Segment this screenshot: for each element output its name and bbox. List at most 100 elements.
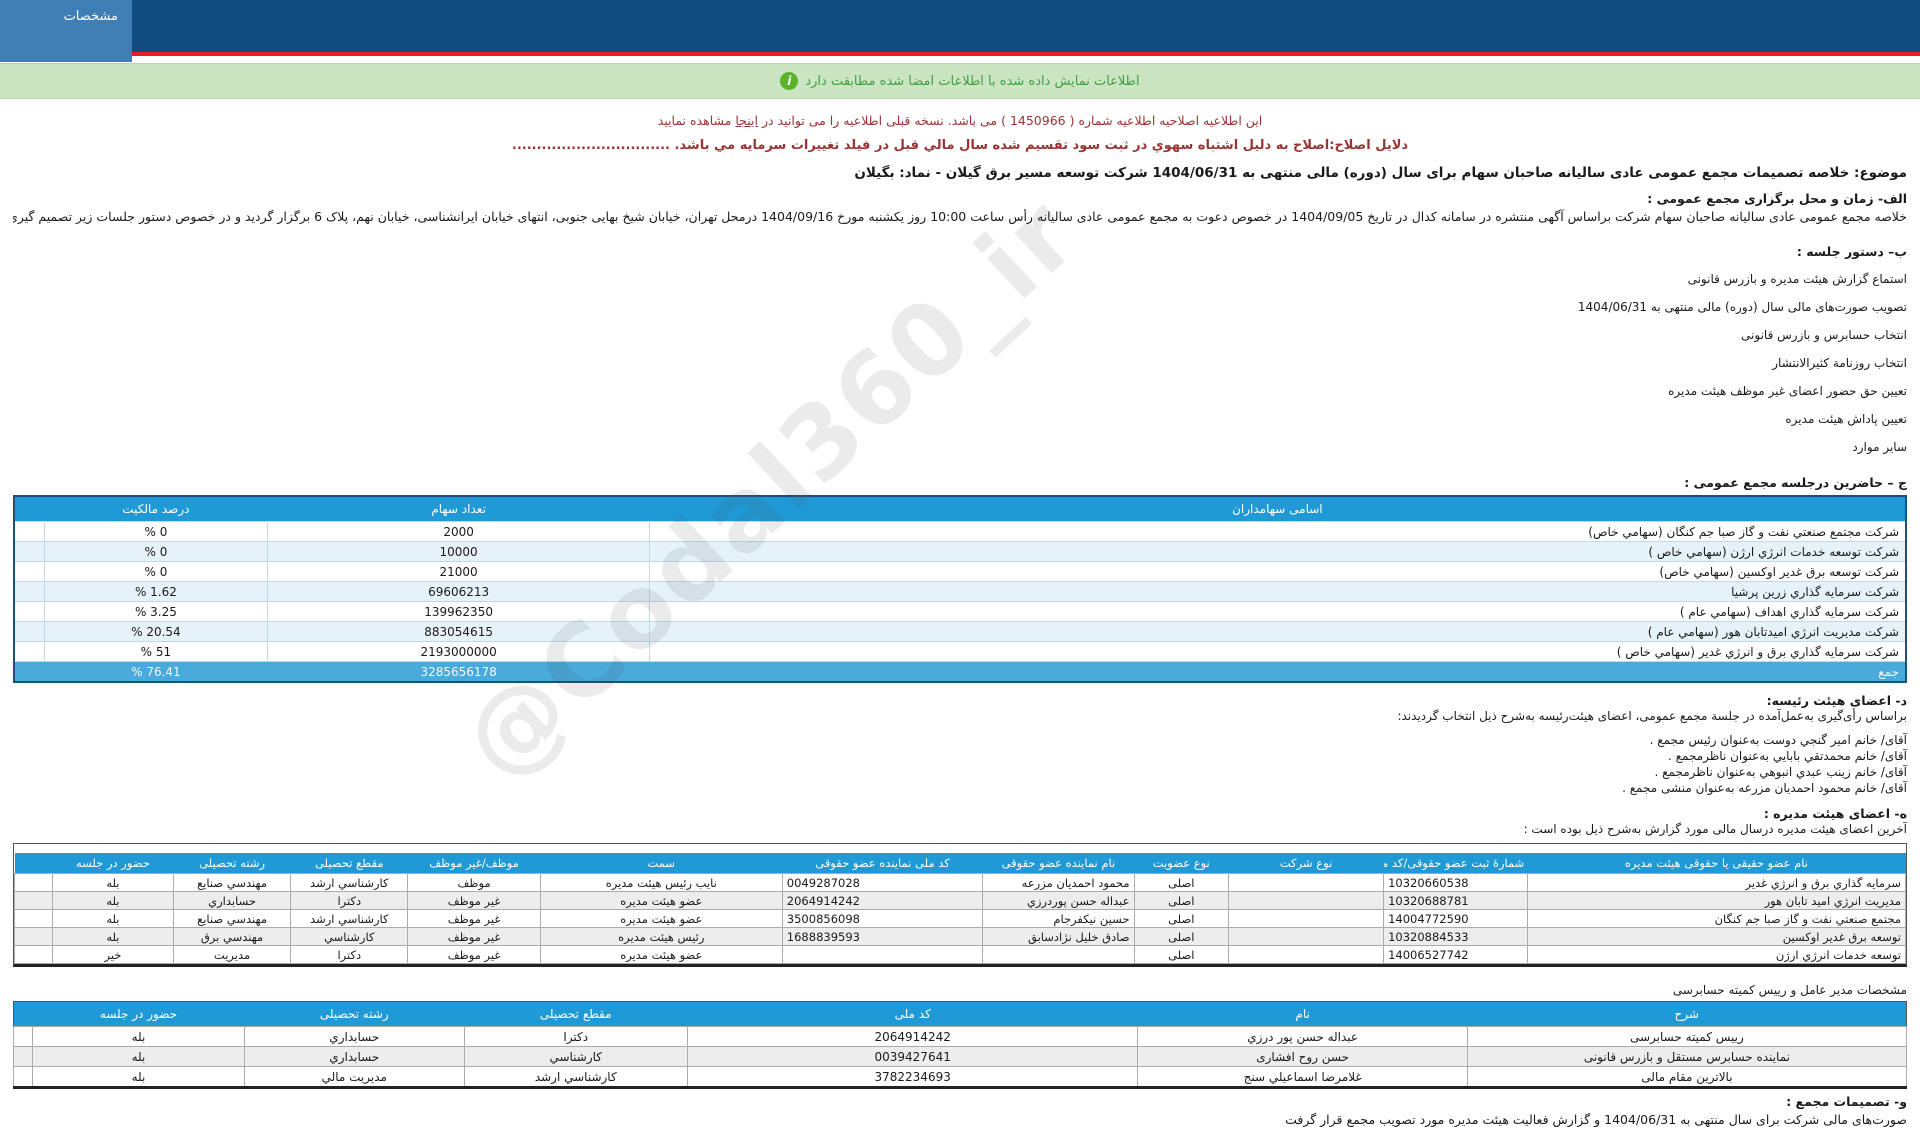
table-cell: سرمایه گذاري برق و انرژي غدیر — [1526, 873, 1907, 892]
previous-version-link[interactable]: اینجا — [735, 113, 758, 128]
section-d-title: د- اعضای هیئت رئیسه: — [1766, 693, 1907, 708]
empty-cell — [14, 891, 53, 910]
empty-cell — [14, 945, 53, 964]
subject-line: موضوع: خلاصه تصمیمات مجمع عمومی عادی سال… — [854, 165, 1907, 181]
table-cell: خیر — [51, 945, 174, 964]
presiding-member: آقای/ خانم امیر گنجي دوست به‌عنوان رئیس … — [1649, 733, 1907, 747]
amendment-notice: این اطلاعیه اصلاحیه اطلاعیه شماره ( 1450… — [13, 113, 1907, 128]
table-cell — [1228, 909, 1385, 928]
table-cell — [1228, 927, 1385, 946]
empty-cell — [13, 1066, 33, 1088]
status-text: اطلاعات نمایش داده شده با اطلاعات امضا ش… — [805, 73, 1140, 89]
table-cell: 2193000000 — [267, 641, 651, 662]
top-header-bar: مشخصات — [0, 0, 1920, 62]
table-cell: دکترا — [290, 945, 409, 964]
column-header: نام — [1137, 1001, 1468, 1027]
agenda-item: انتخاب روزنامة کثیرالانتشار — [1772, 356, 1907, 370]
column-header: رشته تحصیلی — [173, 853, 291, 874]
table-row: شرکت سرمایه گذاري اهداف (سهامي عام ) 1399… — [13, 601, 1907, 622]
table-cell: 1688839593 — [781, 927, 984, 946]
table-cell: غیر موظف — [407, 927, 541, 946]
table-row: سرمایه گذاري برق و انرژي غدیر 10320660538… — [14, 873, 1907, 892]
table-row: شرکت مجتمع صنعتي نفت و گاز صبا جم کنگان … — [13, 521, 1907, 542]
table-cell — [982, 945, 1135, 964]
column-header: نام عضو حقیقی یا حقوقی هیئت مدیره — [1527, 853, 1906, 874]
empty-cell — [13, 1046, 33, 1067]
empty-cell — [13, 641, 45, 662]
table-cell: بله — [31, 1046, 245, 1067]
table-cell: غیر موظف — [407, 909, 541, 928]
total-label: جمع — [649, 661, 1907, 683]
table-cell: صادق خلیل نژادسابق — [982, 927, 1135, 946]
table-row: توسعه خدمات انرژي ارژن 14006527742 اصلی عضو… — [14, 945, 1907, 964]
header-row: شرح نام کد ملی مقطع تحصیلی رشته تحصیلی حضور د… — [13, 1001, 1907, 1027]
table-cell: بله — [51, 873, 174, 892]
column-header: کد ملی نماینده عضو حقوقی — [782, 853, 983, 874]
table-cell: 10320884533 — [1383, 927, 1528, 946]
section-a-body: خلاصه مجمع عمومی عادی سالیانه صاحبان سها… — [13, 209, 1907, 224]
table-cell: 10320688781 — [1383, 891, 1528, 910]
table-cell: عضو هیئت مدیره — [539, 945, 783, 964]
table-cell: شرکت مدیریت انرژي امیدتابان هور (سهامي ع… — [649, 621, 1907, 642]
empty-cell — [13, 661, 45, 683]
empty-cell — [13, 601, 45, 622]
table-cell: رییس کمیته حسابرسی — [1466, 1026, 1908, 1047]
column-header: کد ملی — [687, 1001, 1138, 1027]
table-cell: 3782234693 — [686, 1066, 1139, 1088]
table-cell: توسعه برق غدیر اوکسین — [1526, 927, 1907, 946]
empty-cell — [14, 909, 53, 928]
table-cell: 10000 — [267, 541, 651, 562]
table-cell: بله — [51, 927, 174, 946]
exec-audit-table: شرح نام کد ملی مقطع تحصیلی رشته تحصیلی حضور د… — [13, 1001, 1908, 1089]
table-row: مجتمع صنعتي نفت و گاز صبا جم کنگان 140047… — [14, 909, 1907, 928]
empty-header — [14, 496, 45, 522]
table-cell — [781, 945, 984, 964]
agenda-item: تعیین پاداش هیئت مدیره — [1785, 412, 1907, 426]
section-e-intro: آخرین اعضای هیئت مدیره درسال مالی مورد گ… — [1523, 822, 1907, 836]
table-row: شرکت سرمایه گذاري زرین پرشیا 69606213 1.62… — [13, 581, 1907, 602]
table-cell: محمود احمدیان مزرعه — [982, 873, 1135, 892]
table-cell: شرکت توسعه خدمات انرژي ارژن (سهامي خاص ) — [649, 541, 1907, 562]
empty-cell — [14, 927, 53, 946]
header-row: نام عضو حقیقی یا حقوقی هیئت مدیره شمارۀ ث… — [14, 853, 1906, 874]
table-cell: دکترا — [290, 891, 409, 910]
column-header: نوع عضویت — [1134, 853, 1229, 874]
table-cell: اصلی — [1133, 873, 1230, 892]
info-icon: i — [780, 72, 799, 90]
table-cell: حسن روح افشاری — [1137, 1046, 1468, 1067]
table-cell: مهندسي صنایع — [172, 909, 292, 928]
table-cell: عضو هیئت مدیره — [539, 909, 783, 928]
table-cell: عبداله حسن پور درزي — [1137, 1026, 1468, 1047]
table-cell — [1228, 945, 1385, 964]
table-cell: بله — [31, 1026, 245, 1047]
table-cell: غلامرضا اسماعیلي سنج — [1137, 1066, 1468, 1088]
table-cell: 2064914242 — [781, 891, 984, 910]
agenda-item: سایر موارد — [1852, 440, 1907, 454]
presiding-member: آقای/ خانم زینب عبدي انبوهي به‌عنوان ناظ… — [1654, 765, 1907, 779]
table-cell: 0 % — [43, 521, 269, 542]
table-cell: 3.25 % — [43, 601, 269, 622]
table-row: مدیریت انرژي امید تابان هور 10320688781 اص… — [14, 891, 1907, 910]
table-row: شرکت سرمایه گذاري برق و انرژي غدیر (سهام… — [13, 641, 1907, 662]
column-header: درصد مالکیت — [44, 496, 268, 522]
empty-cell — [13, 541, 45, 562]
tab-specifications[interactable]: مشخصات — [0, 0, 132, 62]
table-cell: نایب رئیس هیئت مدیره — [539, 873, 783, 892]
table-cell: نماینده حسابرس مستقل و بازرس قانونی — [1466, 1046, 1908, 1067]
table-cell: حسین نیکفرجام — [982, 909, 1135, 928]
total-shares: 3285656178 — [267, 661, 651, 683]
total-percent: 76.41 % — [43, 661, 269, 683]
presiding-board-list: آقای/ خانم امیر گنجي دوست به‌عنوان رئیس … — [13, 732, 1907, 796]
table-cell: 3500856098 — [781, 909, 984, 928]
column-header: نام نماینده عضو حقوقی — [982, 853, 1134, 874]
table-cell: اصلی — [1133, 909, 1230, 928]
table-cell: دکترا — [463, 1026, 688, 1047]
table-cell: 14004772590 — [1383, 909, 1528, 928]
table-cell: غیر موظف — [407, 945, 541, 964]
empty-cell — [13, 1026, 33, 1047]
empty-cell — [13, 581, 45, 602]
table-cell: کارشناسي ارشد — [290, 909, 409, 928]
table-cell: 10320660538 — [1383, 873, 1528, 892]
table-cell: شرکت سرمایه گذاري زرین پرشیا — [649, 581, 1907, 602]
header-row: اسامی سهامداران تعداد سهام درصد مالکیت — [14, 496, 1906, 522]
